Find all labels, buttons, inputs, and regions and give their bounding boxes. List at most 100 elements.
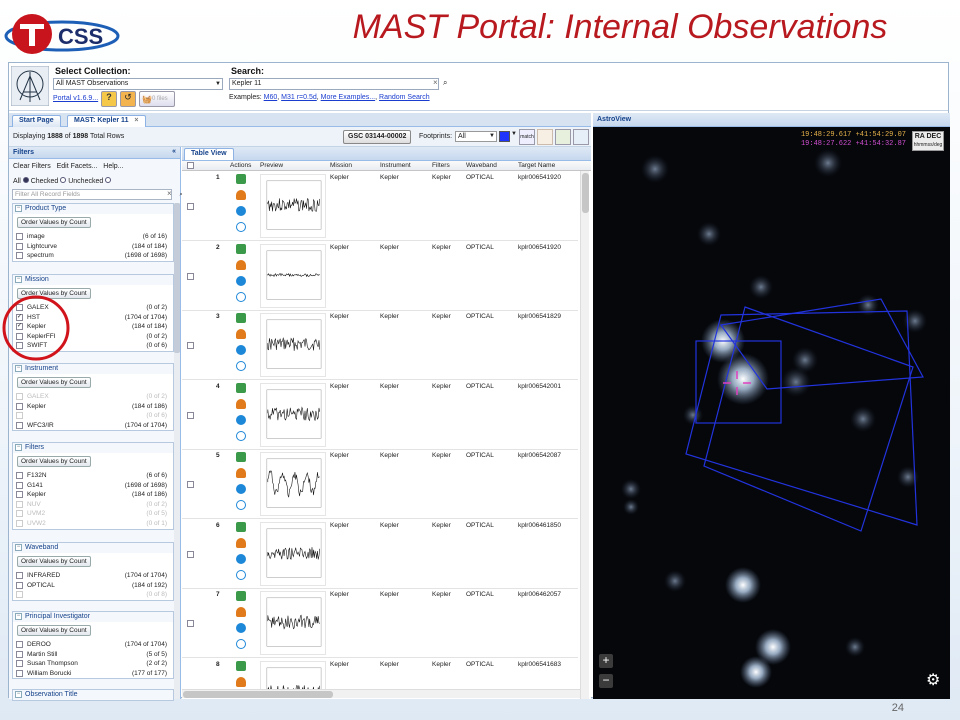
zoom-out-button[interactable]: − xyxy=(599,674,613,688)
edit-facets-button[interactable]: Edit Facets... xyxy=(57,163,98,170)
example-link-m60[interactable]: M60 xyxy=(264,94,278,101)
example-link-m31[interactable]: M31 r=0.5d xyxy=(281,94,317,101)
lightcurve-preview[interactable] xyxy=(260,452,326,516)
radio-unchecked[interactable] xyxy=(60,177,67,183)
target-icon[interactable] xyxy=(236,222,246,232)
facet-checkbox[interactable] xyxy=(16,402,23,410)
tab-table-view[interactable]: Table View xyxy=(184,148,234,160)
facet-option[interactable]: OPTICAL (184 of 192) xyxy=(13,581,173,591)
facet-checkbox[interactable] xyxy=(16,581,23,589)
facet-option[interactable]: INFRARED (1704 of 1704) xyxy=(13,571,173,581)
row-checkbox[interactable] xyxy=(187,272,194,280)
lightcurve-preview[interactable] xyxy=(260,521,326,586)
details-icon[interactable] xyxy=(236,313,246,323)
details-icon[interactable] xyxy=(236,452,246,462)
column-mission[interactable]: Mission xyxy=(330,162,352,169)
zoom-in-button[interactable]: + xyxy=(599,654,613,668)
lightcurve-preview[interactable] xyxy=(260,313,326,377)
row-checkbox[interactable] xyxy=(187,550,194,558)
cart-icon[interactable] xyxy=(236,259,246,270)
order-by-count-button[interactable]: Order Values by Count xyxy=(17,625,91,636)
radio-other[interactable] xyxy=(105,177,112,183)
chevron-down-icon[interactable]: ▼ xyxy=(511,131,517,137)
gear-icon[interactable]: ⚙ xyxy=(926,673,942,689)
radio-checked[interactable] xyxy=(22,177,29,183)
facet-checkbox[interactable] xyxy=(16,233,23,240)
facet-checkbox[interactable] xyxy=(16,393,23,400)
order-by-count-button[interactable]: Order Values by Count xyxy=(17,217,91,228)
lightcurve-preview[interactable] xyxy=(260,660,326,690)
facet-option[interactable]: Susan Thompson (2 of 2) xyxy=(13,659,173,669)
collapse-toggle-icon[interactable]: − xyxy=(15,544,22,551)
collection-select[interactable]: All MAST Observations ▼ xyxy=(53,78,223,90)
mast-logo-icon[interactable] xyxy=(11,66,49,106)
select-all-checkbox[interactable] xyxy=(187,162,194,169)
table-row[interactable]: 1 Kepler Kepler Kepler OPTICAL kplr00654… xyxy=(182,171,578,241)
details-icon[interactable] xyxy=(236,591,246,601)
info-icon[interactable] xyxy=(236,484,246,494)
facet-checkbox[interactable] xyxy=(16,412,23,420)
filter-group-title[interactable]: − Observation Title xyxy=(13,690,173,700)
close-icon[interactable]: × xyxy=(134,117,138,124)
facet-option[interactable]: (0 of 8) xyxy=(13,590,173,600)
radec-toggle[interactable]: RA DEC hhmmss/deg xyxy=(912,131,944,151)
facet-option[interactable]: (0 of 6) xyxy=(13,411,173,421)
footprint-color-swatch[interactable] xyxy=(499,131,510,142)
facet-option[interactable]: William Borucki (177 of 177) xyxy=(13,669,173,679)
facet-option[interactable]: UVW2 (0 of 1) xyxy=(13,519,173,529)
filters-help-button[interactable]: Help... xyxy=(103,163,123,170)
table-horizontal-scrollbar[interactable] xyxy=(182,689,580,698)
facet-checkbox[interactable] xyxy=(16,669,23,677)
table-row[interactable]: 8 Kepler Kepler Kepler OPTICAL kplr00654… xyxy=(182,658,578,690)
settings-icon[interactable] xyxy=(573,129,589,145)
filter-group-title[interactable]: − Principal Investigator xyxy=(13,612,173,622)
facet-checkbox[interactable] xyxy=(16,252,23,260)
row-checkbox[interactable] xyxy=(187,620,194,627)
facet-option[interactable]: WFC3/IR (1704 of 1704) xyxy=(13,421,173,431)
facet-option[interactable]: GALEX (0 of 2) xyxy=(13,392,173,402)
row-checkbox[interactable] xyxy=(187,203,194,210)
facet-option[interactable]: UVM2 (0 of 5) xyxy=(13,509,173,519)
example-link-more[interactable]: More Examples... xyxy=(321,94,375,101)
filter-fields-input[interactable]: Filter All Record Fields ⌕ xyxy=(12,189,183,200)
column-target-name[interactable]: Target Name xyxy=(518,162,555,169)
facet-checkbox[interactable] xyxy=(16,500,23,508)
facet-checkbox[interactable] xyxy=(16,591,23,599)
cart-icon[interactable] xyxy=(236,190,246,200)
clear-icon[interactable]: × xyxy=(433,78,443,90)
facet-option[interactable]: DEROO (1704 of 1704) xyxy=(13,640,173,650)
details-icon[interactable] xyxy=(236,521,246,532)
row-checkbox[interactable] xyxy=(187,481,194,488)
facet-checkbox[interactable] xyxy=(16,641,23,648)
target-icon[interactable] xyxy=(236,361,246,371)
order-by-count-button[interactable]: Order Values by Count xyxy=(17,556,91,567)
search-icon[interactable]: ⌕ xyxy=(443,78,453,90)
collapse-toggle-icon[interactable]: − xyxy=(15,691,22,698)
tab-mast-kepler-11[interactable]: MAST: Kepler 11 × xyxy=(67,115,146,127)
info-icon[interactable] xyxy=(236,275,246,286)
column-waveband[interactable]: Waveband xyxy=(466,162,497,169)
portal-version-link[interactable]: Portal v1.6.9... xyxy=(53,95,98,102)
facet-option[interactable]: image (6 of 16) xyxy=(13,232,173,242)
facet-option[interactable]: Martin Still (5 of 5) xyxy=(13,650,173,660)
collapse-icon[interactable]: « xyxy=(172,148,176,155)
cart-icon[interactable] xyxy=(236,398,246,409)
table-row[interactable]: 6 Kepler Kepler Kepler OPTICAL kplr00646… xyxy=(182,519,578,589)
column-instrument[interactable]: Instrument xyxy=(380,162,411,169)
filters-scrollbar[interactable] xyxy=(174,203,180,699)
footprints-select[interactable]: All ▼ xyxy=(455,131,497,142)
column-actions[interactable]: Actions xyxy=(230,162,251,169)
facet-checkbox[interactable] xyxy=(16,572,23,579)
details-icon[interactable] xyxy=(236,660,246,671)
table-row[interactable]: 2 Kepler Kepler Kepler OPTICAL kplr00654… xyxy=(182,241,578,311)
facet-checkbox[interactable] xyxy=(16,242,23,250)
target-icon[interactable] xyxy=(236,569,246,580)
filter-group-title[interactable]: − Product Type xyxy=(13,204,173,214)
info-icon[interactable] xyxy=(236,345,246,355)
facet-checkbox[interactable] xyxy=(16,510,23,518)
lightcurve-preview[interactable] xyxy=(260,243,326,308)
row-checkbox[interactable] xyxy=(187,411,194,419)
details-icon[interactable] xyxy=(236,174,246,184)
facet-checkbox[interactable] xyxy=(16,650,23,658)
filter-group-title[interactable]: − Filters xyxy=(13,443,173,453)
